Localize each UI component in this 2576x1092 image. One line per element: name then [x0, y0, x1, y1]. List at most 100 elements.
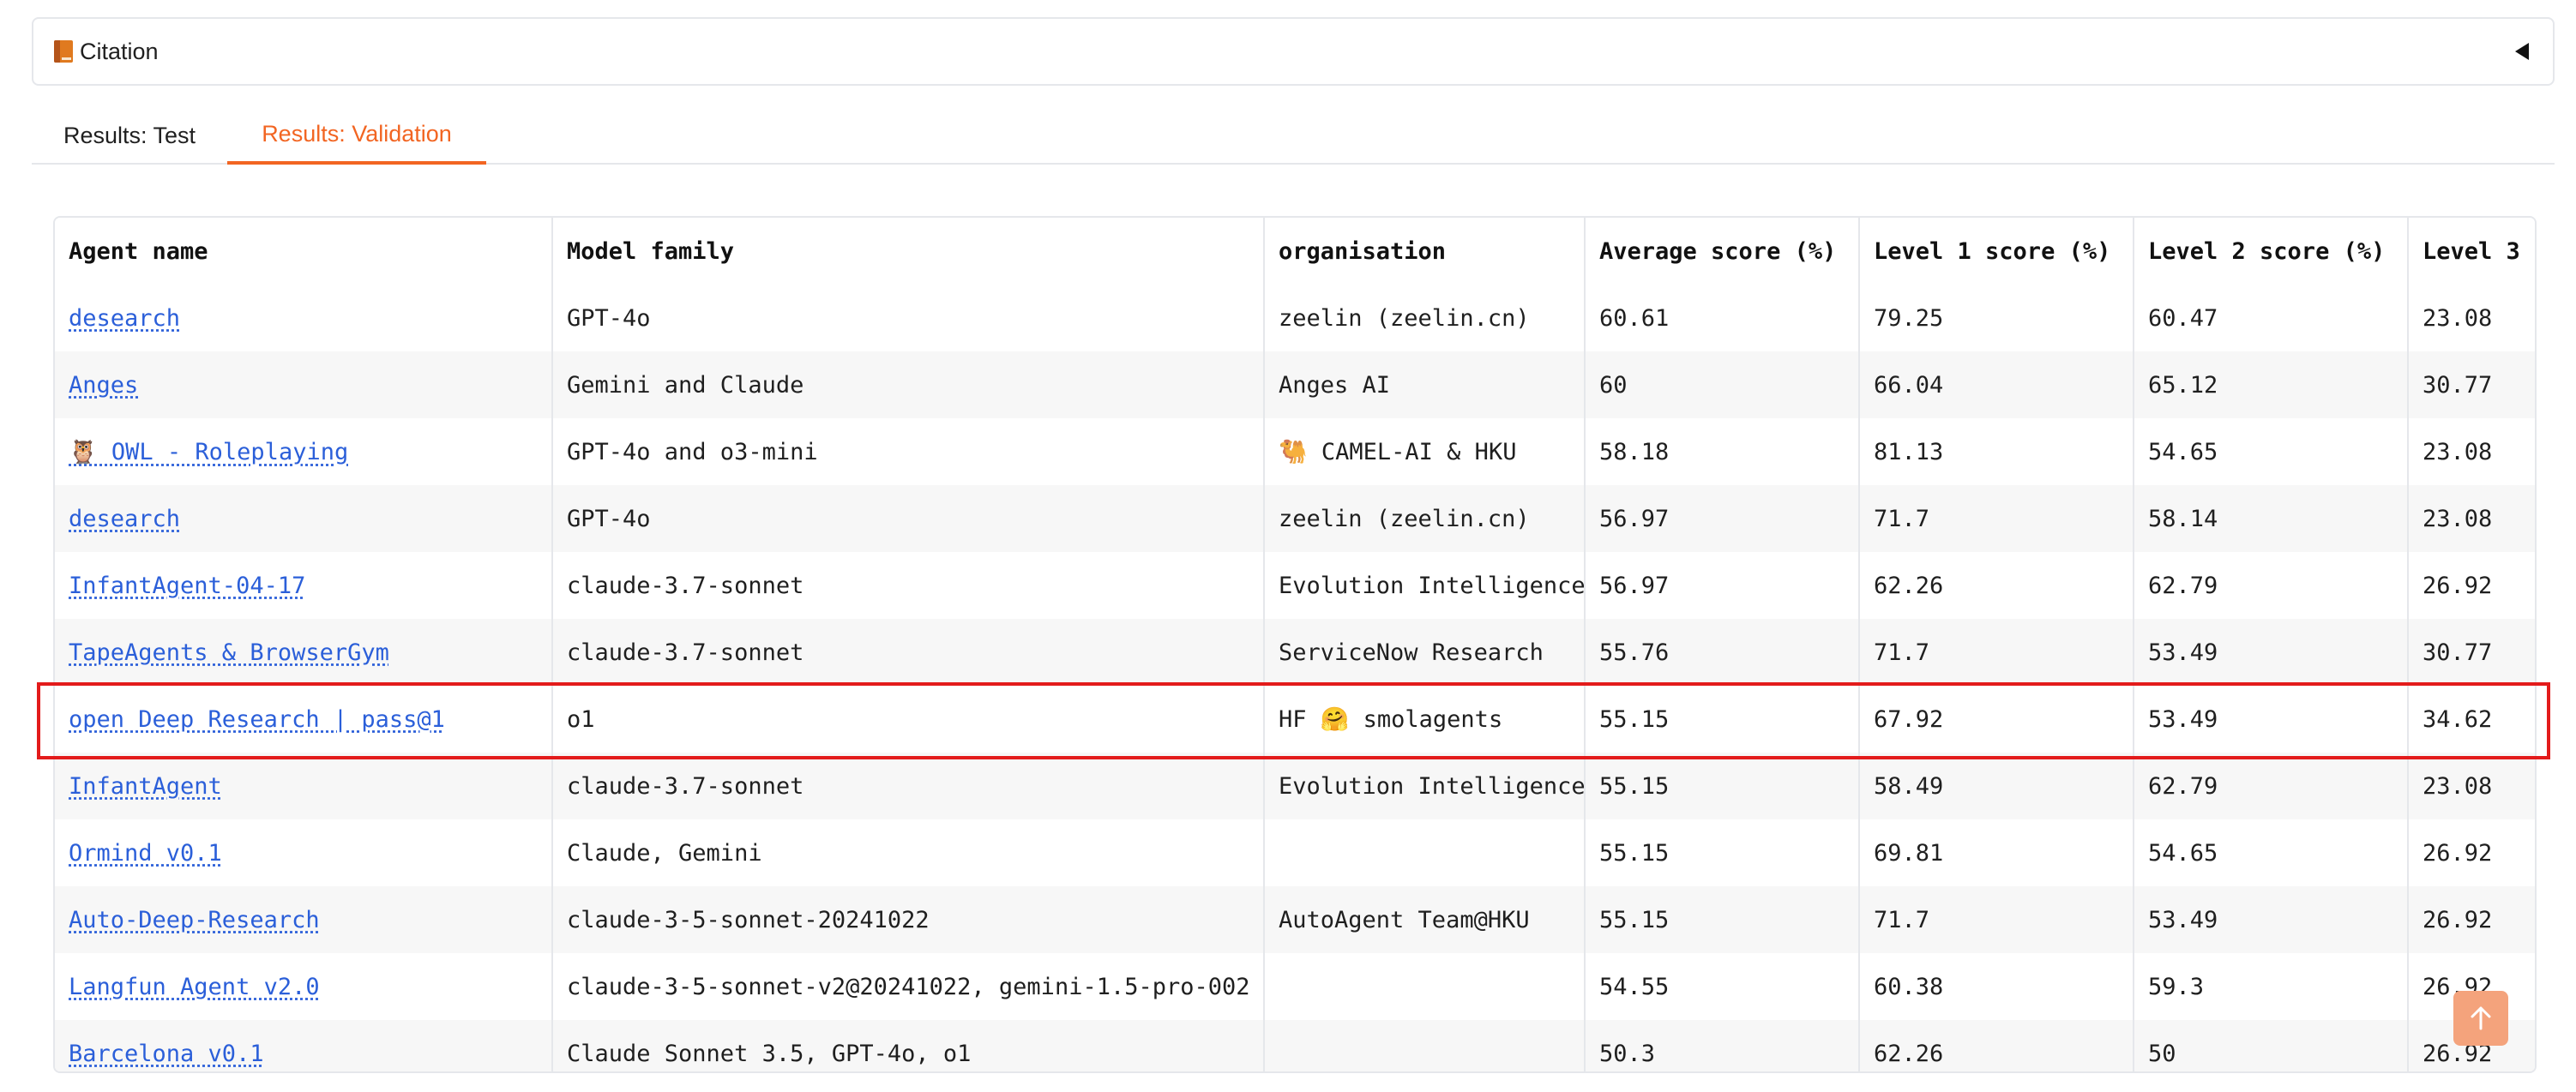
- level-2-score-cell: 54.65: [2134, 418, 2409, 485]
- leaderboard-table: Agent name Model family organisation Ave…: [55, 218, 2535, 1071]
- table-row: Anges Gemini and Claude Anges AI 60 66.04 65.…: [55, 351, 2535, 418]
- scroll-to-top-button[interactable]: [2453, 991, 2508, 1046]
- arrow-up-icon: [2471, 1006, 2491, 1030]
- tab-results-validation[interactable]: Results: Validation: [227, 106, 486, 165]
- model-family-cell: Gemini and Claude: [552, 351, 1265, 418]
- column-header-organisation[interactable]: organisation: [1264, 218, 1586, 285]
- organisation-cell: ServiceNow Research: [1264, 619, 1586, 686]
- organisation-cell: 🐫 CAMEL-AI & HKU: [1264, 418, 1586, 485]
- table-row: TapeAgents & BrowserGym claude-3.7-sonnet…: [55, 619, 2535, 686]
- collapse-triangle-icon[interactable]: [2515, 43, 2529, 60]
- agent-name-link[interactable]: desearch: [69, 305, 180, 332]
- model-family-cell: claude-3.7-sonnet: [552, 552, 1265, 619]
- table-row: desearch GPT-4o zeelin (zeelin.cn) 60.61 79.…: [55, 285, 2535, 351]
- table-row: desearch GPT-4o zeelin (zeelin.cn) 56.97 71.…: [55, 485, 2535, 552]
- agent-name-link[interactable]: InfantAgent: [69, 773, 222, 800]
- agent-name-link[interactable]: Ormind v0.1: [69, 840, 222, 867]
- organisation-cell: HF 🤗 smolagents: [1264, 686, 1586, 753]
- agent-name-cell: TapeAgents & BrowserGym: [55, 619, 553, 686]
- agent-name-cell: InfantAgent: [55, 753, 553, 819]
- agent-name-link[interactable]: Auto-Deep-Research: [69, 907, 320, 933]
- column-header-average-score[interactable]: Average score (%): [1585, 218, 1860, 285]
- table-row: 🦉 OWL - Roleplaying GPT-4o and o3-mini 🐫 C…: [55, 418, 2535, 485]
- average-score-cell: 56.97: [1585, 485, 1860, 552]
- agent-name-link[interactable]: desearch: [69, 506, 180, 532]
- organisation-cell: [1264, 953, 1586, 1020]
- table-row: InfantAgent claude-3.7-sonnet Evolution In…: [55, 753, 2535, 819]
- average-score-cell: 55.15: [1585, 886, 1860, 953]
- level-2-score-cell: 53.49: [2134, 619, 2409, 686]
- level-2-score-cell: 50: [2134, 1020, 2409, 1071]
- model-family-cell: Claude, Gemini: [552, 819, 1265, 886]
- level-1-score-cell: 58.49: [1859, 753, 2134, 819]
- agent-name-link[interactable]: Barcelona v0.1: [69, 1041, 264, 1067]
- agent-name-link[interactable]: open Deep Research | pass@1: [69, 706, 445, 733]
- level-2-score-cell: 65.12: [2134, 351, 2409, 418]
- table-body: desearch GPT-4o zeelin (zeelin.cn) 60.61 79.…: [55, 285, 2535, 1071]
- column-header-level-2-score[interactable]: Level 2 score (%): [2134, 218, 2409, 285]
- agent-name-cell: Barcelona v0.1: [55, 1020, 553, 1071]
- organisation-cell: [1264, 1020, 1586, 1071]
- agent-name-cell: Langfun Agent v2.0: [55, 953, 553, 1020]
- agent-name-link[interactable]: InfantAgent-04-17: [69, 573, 305, 599]
- average-score-cell: 55.15: [1585, 819, 1860, 886]
- organisation-cell: Anges AI: [1264, 351, 1586, 418]
- agent-name-cell: desearch: [55, 285, 553, 351]
- level-1-score-cell: 62.26: [1859, 1020, 2134, 1071]
- agent-name-cell: 🦉 OWL - Roleplaying: [55, 418, 553, 485]
- model-family-cell: claude-3.7-sonnet: [552, 619, 1265, 686]
- level-2-score-cell: 54.65: [2134, 819, 2409, 886]
- level-3-score-cell: 23.08: [2408, 753, 2535, 819]
- average-score-cell: 60.61: [1585, 285, 1860, 351]
- table-row: Auto-Deep-Research claude-3-5-sonnet-2024…: [55, 886, 2535, 953]
- model-family-cell: GPT-4o: [552, 485, 1265, 552]
- level-2-score-cell: 60.47: [2134, 285, 2409, 351]
- level-3-score-cell: 26.92: [2408, 552, 2535, 619]
- agent-name-link[interactable]: Anges: [69, 372, 138, 399]
- table-row: InfantAgent-04-17 claude-3.7-sonnet Evolut…: [55, 552, 2535, 619]
- level-2-score-cell: 53.49: [2134, 686, 2409, 753]
- level-3-score-cell: 26.92: [2408, 819, 2535, 886]
- average-score-cell: 55.76: [1585, 619, 1860, 686]
- tab-results-test[interactable]: Results: Test: [32, 106, 227, 165]
- organisation-cell: zeelin (zeelin.cn): [1264, 285, 1586, 351]
- model-family-cell: claude-3.7-sonnet: [552, 753, 1265, 819]
- column-header-agent-name[interactable]: Agent name: [55, 218, 553, 285]
- agent-name-cell: desearch: [55, 485, 553, 552]
- model-family-cell: claude-3-5-sonnet-20241022: [552, 886, 1265, 953]
- model-family-cell: claude-3-5-sonnet-v2@20241022, gemini-1.…: [552, 953, 1265, 1020]
- model-family-cell: o1: [552, 686, 1265, 753]
- book-icon: [54, 40, 73, 63]
- agent-name-link[interactable]: 🦉 OWL - Roleplaying: [69, 439, 348, 465]
- model-family-cell: GPT-4o: [552, 285, 1265, 351]
- agent-name-cell: Anges: [55, 351, 553, 418]
- agent-name-link[interactable]: Langfun Agent v2.0: [69, 974, 320, 1000]
- agent-name-cell: InfantAgent-04-17: [55, 552, 553, 619]
- level-1-score-cell: 62.26: [1859, 552, 2134, 619]
- citation-accordion[interactable]: Citation: [32, 17, 2555, 86]
- level-1-score-cell: 79.25: [1859, 285, 2134, 351]
- agent-name-link[interactable]: TapeAgents & BrowserGym: [69, 639, 389, 666]
- level-1-score-cell: 69.81: [1859, 819, 2134, 886]
- table-row: open Deep Research | pass@1 o1 HF 🤗 smolag…: [55, 686, 2535, 753]
- level-2-score-cell: 58.14: [2134, 485, 2409, 552]
- column-header-level-3-score[interactable]: Level 3: [2408, 218, 2535, 285]
- column-header-level-1-score[interactable]: Level 1 score (%): [1859, 218, 2134, 285]
- average-score-cell: 55.15: [1585, 686, 1860, 753]
- column-header-model-family[interactable]: Model family: [552, 218, 1265, 285]
- agent-name-cell: Ormind v0.1: [55, 819, 553, 886]
- level-2-score-cell: 59.3: [2134, 953, 2409, 1020]
- organisation-cell: Evolution Intelligence: [1264, 552, 1586, 619]
- level-1-score-cell: 71.7: [1859, 619, 2134, 686]
- organisation-cell: AutoAgent Team@HKU: [1264, 886, 1586, 953]
- level-3-score-cell: 30.77: [2408, 351, 2535, 418]
- table-row: Barcelona v0.1 Claude Sonnet 3.5, GPT-4o,…: [55, 1020, 2535, 1071]
- organisation-cell: zeelin (zeelin.cn): [1264, 485, 1586, 552]
- average-score-cell: 60: [1585, 351, 1860, 418]
- level-2-score-cell: 62.79: [2134, 552, 2409, 619]
- level-3-score-cell: 23.08: [2408, 285, 2535, 351]
- leaderboard-table-container[interactable]: Agent name Model family organisation Ave…: [53, 216, 2537, 1073]
- table-row: Ormind v0.1 Claude, Gemini 55.15 69.81 54.65…: [55, 819, 2535, 886]
- table-row: Langfun Agent v2.0 claude-3-5-sonnet-v2@2…: [55, 953, 2535, 1020]
- level-3-score-cell: 26.92: [2408, 886, 2535, 953]
